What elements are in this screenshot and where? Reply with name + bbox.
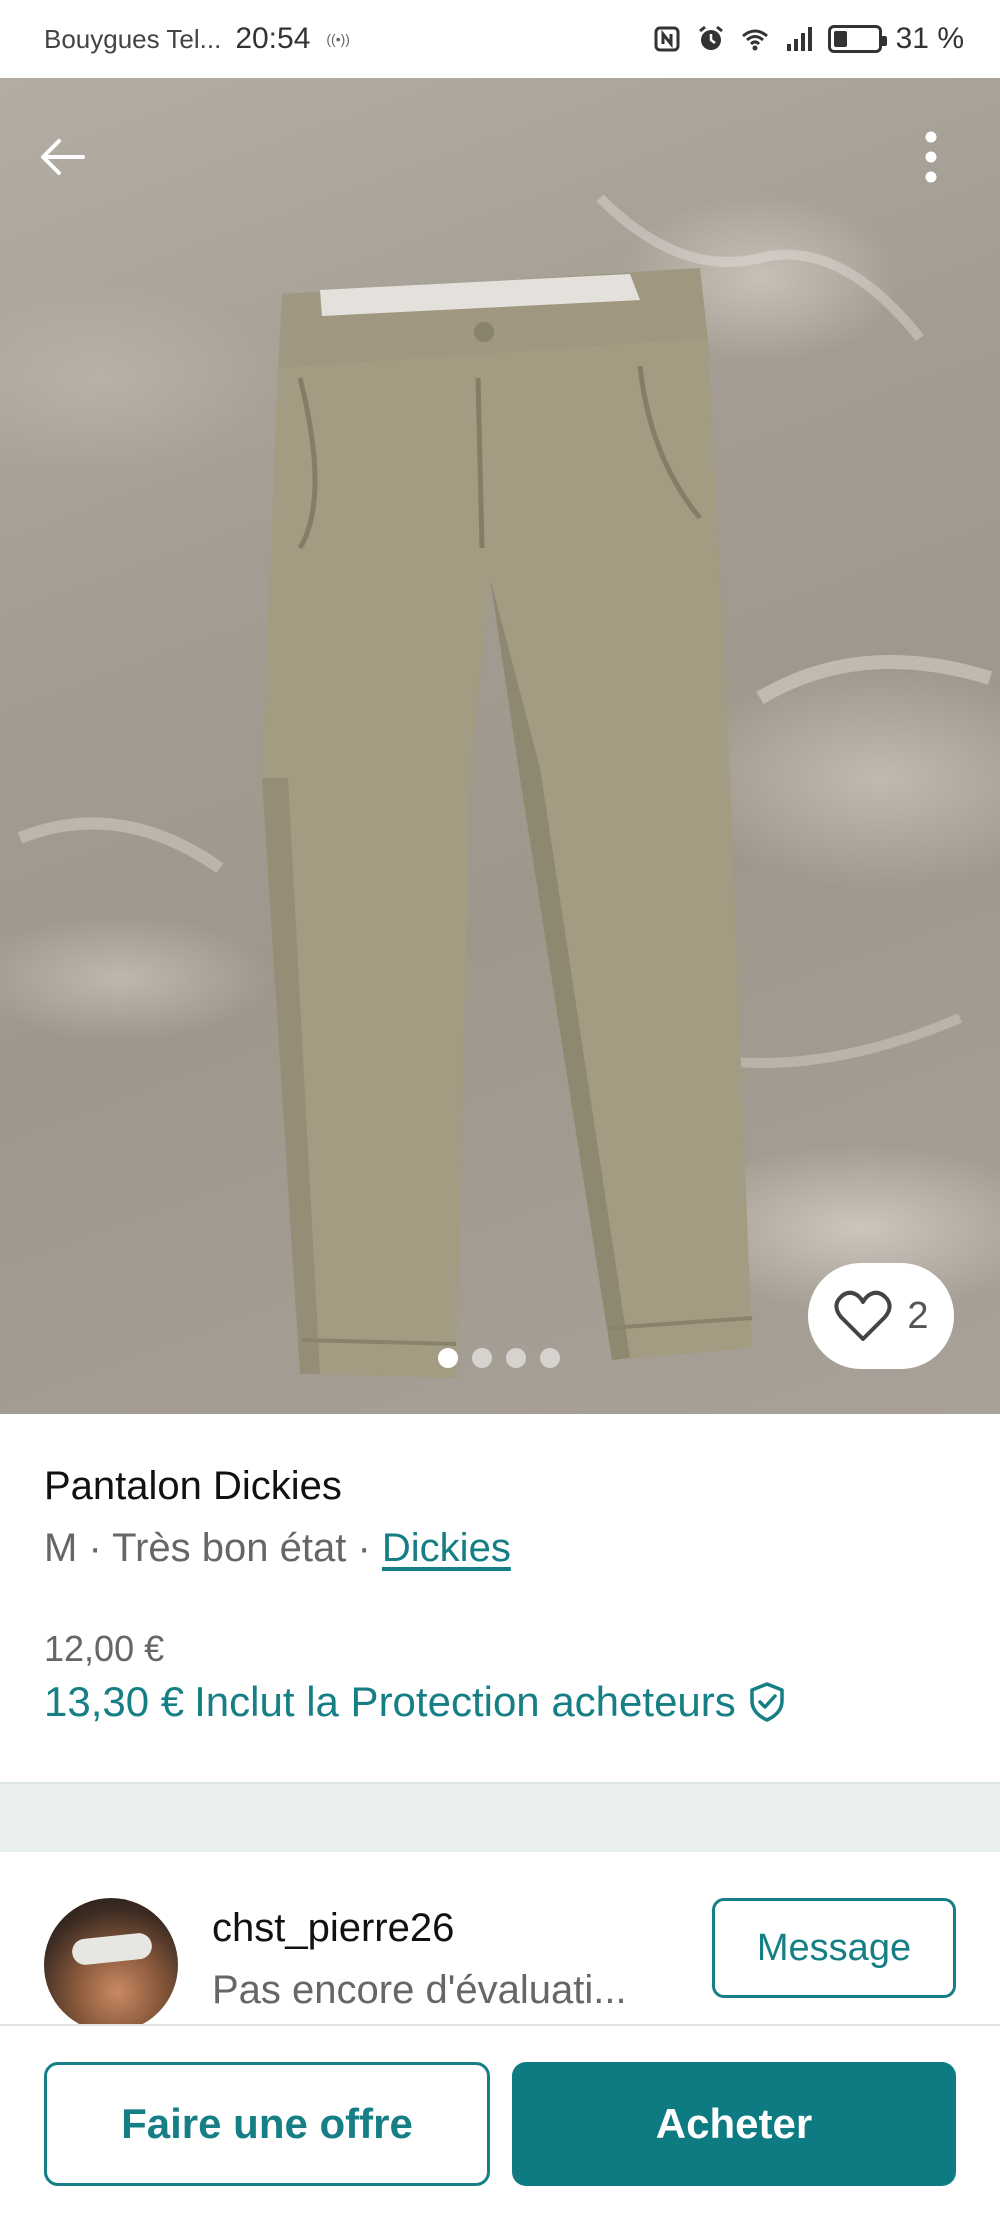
message-button[interactable]: Message xyxy=(712,1898,956,1998)
pagination-dot[interactable] xyxy=(540,1348,560,1368)
product-photo[interactable]: 2 xyxy=(0,78,1000,1414)
pagination-dot[interactable] xyxy=(438,1348,458,1368)
pagination-dot[interactable] xyxy=(472,1348,492,1368)
battery-percent: 31 % xyxy=(895,22,964,55)
make-offer-button[interactable]: Faire une offre xyxy=(44,2062,490,2186)
wifi-icon xyxy=(741,29,768,51)
buyer-protection-row[interactable]: 13,30 € Inclut la Protection acheteurs xyxy=(44,1678,788,1726)
separator: · xyxy=(77,1526,113,1570)
pagination-dot[interactable] xyxy=(506,1348,526,1368)
cell-signal-icon xyxy=(786,27,812,51)
separator: · xyxy=(346,1526,382,1570)
seller-card[interactable]: chst_pierre26 Pas encore d'évaluati... M… xyxy=(0,1852,1000,2032)
item-title: Pantalon Dickies xyxy=(44,1464,342,1508)
item-attributes: M · Très bon état · Dickies xyxy=(44,1526,511,1571)
signal-indicator: ((•)) xyxy=(326,31,350,47)
alarm-icon xyxy=(698,25,723,50)
avatar[interactable] xyxy=(44,1898,178,2032)
battery-icon xyxy=(827,25,887,53)
seller-rating: Pas encore d'évaluati... xyxy=(212,1968,627,2012)
protection-text: Inclut la Protection acheteurs xyxy=(194,1678,736,1725)
more-vertical-icon xyxy=(925,131,937,183)
heart-icon xyxy=(834,1290,892,1341)
item-price: 12,00 € xyxy=(44,1628,165,1669)
more-options-button[interactable] xyxy=(896,122,966,192)
shield-check-icon xyxy=(750,1682,784,1722)
back-button[interactable] xyxy=(28,122,98,192)
status-bar: Bouygues Tel... 20:54 ((•)) 31 % xyxy=(0,0,1000,78)
section-divider xyxy=(0,1782,1000,1852)
total-price: 13,30 € xyxy=(44,1678,185,1725)
favorite-count: 2 xyxy=(907,1294,929,1337)
arrow-left-icon xyxy=(41,139,85,175)
seller-username[interactable]: chst_pierre26 xyxy=(212,1906,454,1951)
item-size: M xyxy=(44,1526,78,1570)
nfc-icon xyxy=(654,26,680,52)
brand-link[interactable]: Dickies xyxy=(382,1526,511,1570)
action-bar: Faire une offre Acheter xyxy=(0,2024,1000,2226)
clock: 20:54 xyxy=(235,22,311,55)
buy-button[interactable]: Acheter xyxy=(512,2062,956,2186)
item-details: Pantalon Dickies M · Très bon état · Dic… xyxy=(0,1414,1000,1782)
product-image-pants xyxy=(17,194,993,1378)
photo-pagination xyxy=(438,1348,560,1368)
item-condition: Très bon état xyxy=(112,1526,347,1570)
favorite-button[interactable]: 2 xyxy=(808,1263,954,1369)
carrier-label: Bouygues Tel... xyxy=(44,23,222,54)
